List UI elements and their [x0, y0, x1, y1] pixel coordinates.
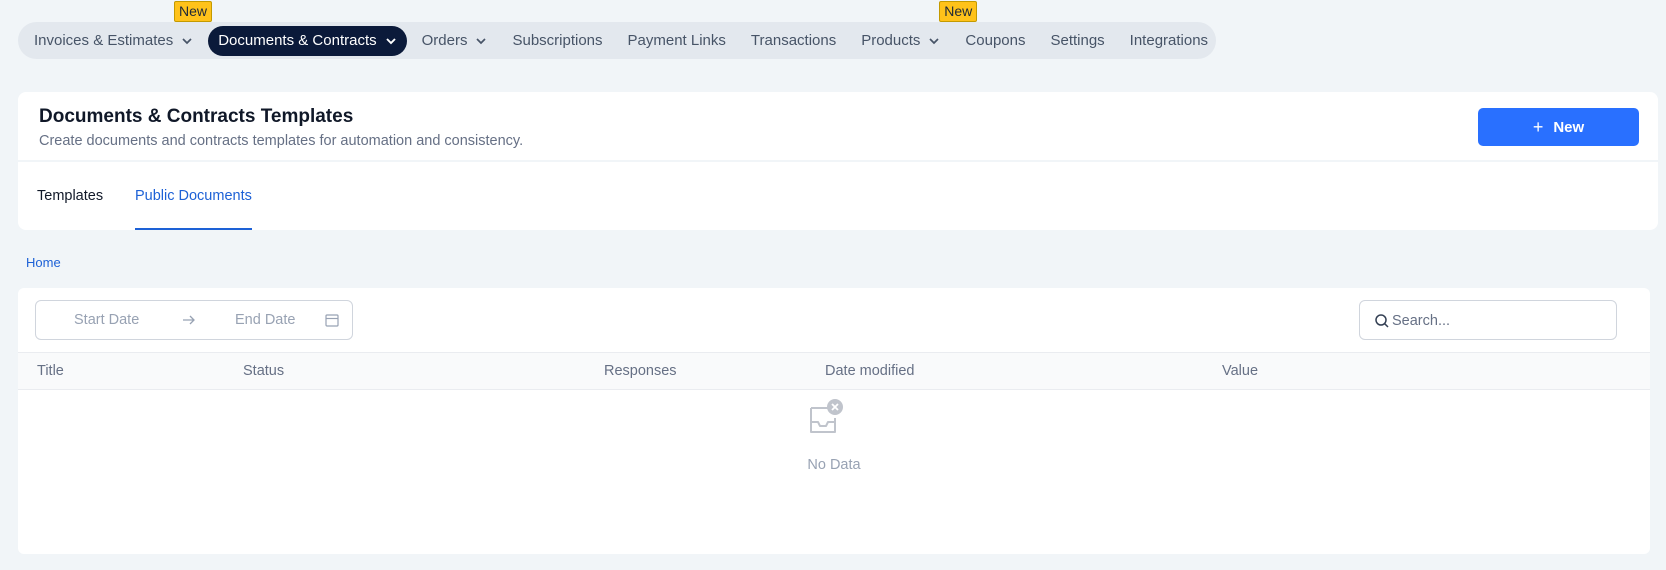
- nav-label: Settings: [1050, 32, 1105, 49]
- search-icon: [1374, 313, 1390, 334]
- search-input[interactable]: [1392, 309, 1607, 333]
- nav-label: Invoices & Estimates: [34, 32, 174, 49]
- nav-documents-contracts[interactable]: Documents & Contracts: [208, 25, 407, 56]
- empty-state: No Data: [18, 398, 1650, 548]
- tabs-bar: Templates Public Documents: [18, 162, 1658, 230]
- new-template-button[interactable]: + New: [1478, 108, 1639, 146]
- nav-label: Subscriptions: [512, 32, 603, 49]
- nav-invoices-estimates[interactable]: Invoices & Estimates New: [24, 0, 213, 56]
- column-status[interactable]: Status: [243, 363, 284, 379]
- empty-text: No Data: [807, 457, 861, 473]
- date-range-picker[interactable]: Start Date End Date: [35, 300, 353, 340]
- documents-table-card: Start Date End Date Title Status Respons…: [18, 288, 1650, 554]
- end-date-input[interactable]: End Date: [235, 312, 295, 328]
- nav-label: Integrations: [1129, 32, 1209, 49]
- nav-label: Transactions: [750, 32, 837, 49]
- tab-public-documents[interactable]: Public Documents: [135, 188, 252, 230]
- new-badge: New: [939, 0, 978, 22]
- page-subtitle: Create documents and contracts templates…: [39, 133, 524, 149]
- top-nav: Invoices & Estimates New Documents & Con…: [18, 0, 1218, 59]
- chevron-down-icon: [475, 35, 487, 47]
- arrow-right-icon: [181, 312, 197, 333]
- column-title[interactable]: Title: [37, 363, 64, 379]
- nav-orders[interactable]: Orders: [412, 26, 498, 56]
- new-badge: New: [174, 0, 213, 22]
- empty-inbox-icon: [805, 398, 845, 443]
- nav-settings[interactable]: Settings: [1040, 26, 1114, 56]
- table-header: Title Status Responses Date modified Val…: [18, 352, 1650, 390]
- nav-transactions[interactable]: Transactions: [741, 26, 846, 56]
- tab-templates[interactable]: Templates: [37, 188, 103, 230]
- nav-label: Coupons: [965, 32, 1026, 49]
- column-value[interactable]: Value: [1222, 363, 1258, 379]
- chevron-down-icon: [385, 35, 397, 47]
- start-date-input[interactable]: Start Date: [74, 312, 139, 328]
- calendar-icon: [324, 312, 340, 333]
- column-responses[interactable]: Responses: [604, 363, 677, 379]
- page: Invoices & Estimates New Documents & Con…: [0, 0, 1666, 570]
- page-title: Documents & Contracts Templates: [39, 106, 354, 127]
- nav-integrations[interactable]: Integrations: [1120, 26, 1218, 56]
- nav-label: Products: [861, 32, 921, 49]
- nav-payment-links[interactable]: Payment Links: [618, 26, 736, 56]
- nav-coupons[interactable]: Coupons: [955, 26, 1035, 56]
- nav-products[interactable]: Products New: [851, 0, 978, 56]
- new-button-label: New: [1553, 118, 1585, 136]
- column-date-modified[interactable]: Date modified: [825, 363, 914, 379]
- nav-label: Documents & Contracts: [218, 32, 377, 49]
- chevron-down-icon: [181, 35, 193, 47]
- nav-subscriptions[interactable]: Subscriptions: [502, 26, 612, 56]
- chevron-down-icon: [928, 35, 940, 47]
- breadcrumb-home[interactable]: Home: [26, 255, 61, 270]
- plus-icon: +: [1532, 117, 1544, 137]
- nav-label: Orders: [421, 32, 468, 49]
- nav-label: Payment Links: [627, 32, 726, 49]
- search-box[interactable]: [1359, 300, 1617, 340]
- page-header: Documents & Contracts Templates Create d…: [18, 92, 1658, 160]
